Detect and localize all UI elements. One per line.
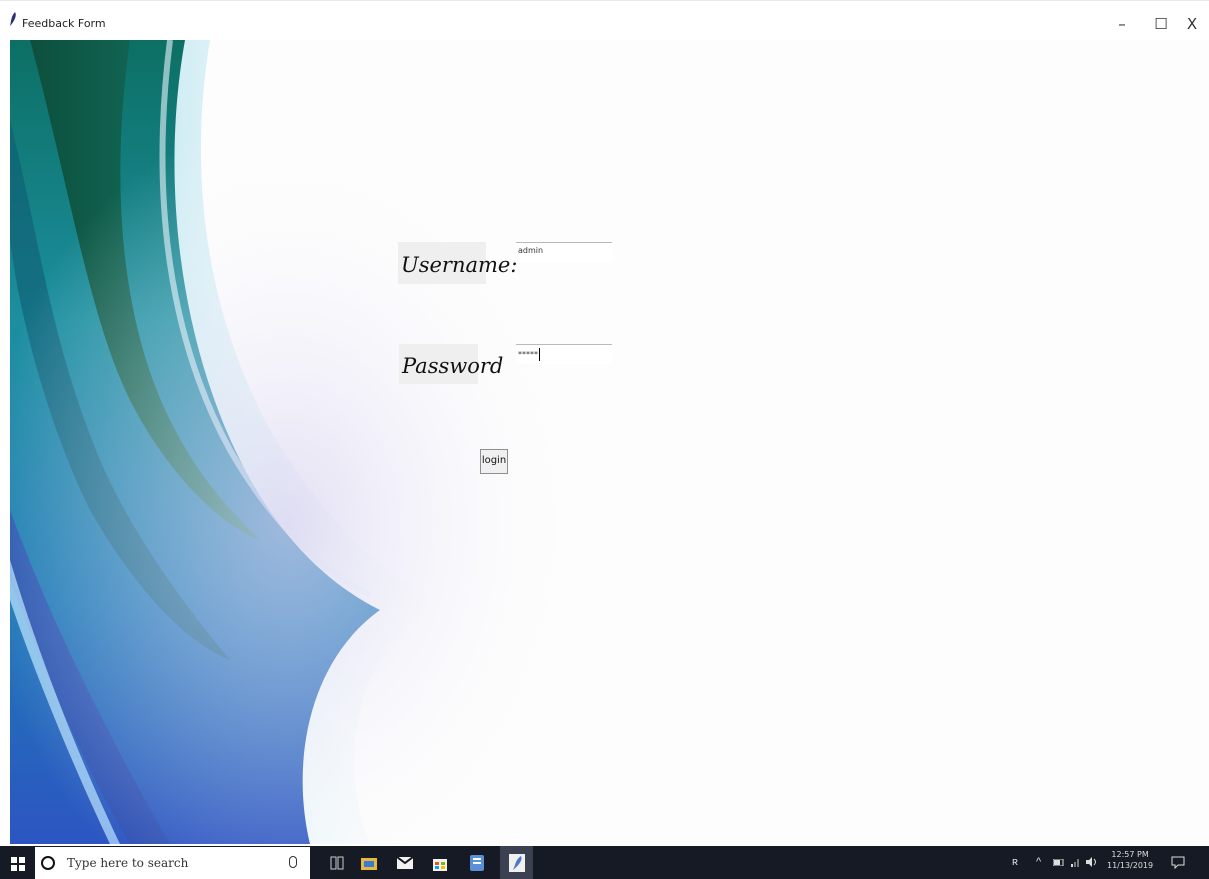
- file-explorer-icon[interactable]: [361, 856, 377, 870]
- network-icon[interactable]: [1071, 857, 1081, 867]
- windows-start-icon[interactable]: [11, 857, 25, 871]
- password-input[interactable]: *****: [516, 344, 612, 364]
- window-client-area: Username: admin Password ***** login: [10, 40, 1209, 844]
- battery-icon[interactable]: [1053, 859, 1065, 866]
- taskbar-search-box[interactable]: Type here to search: [35, 847, 310, 879]
- search-placeholder: Type here to search: [67, 856, 189, 870]
- login-button[interactable]: login: [480, 449, 508, 474]
- microphone-icon[interactable]: [289, 856, 297, 868]
- python-feather-icon: [509, 854, 525, 872]
- background-wave-image: [10, 40, 630, 844]
- active-app-slot[interactable]: [500, 846, 533, 879]
- password-label: Password: [399, 344, 503, 384]
- store-icon[interactable]: [433, 855, 447, 871]
- clock-date: 11/13/2019: [1107, 861, 1154, 870]
- chevron-up-icon[interactable]: ^: [1036, 846, 1041, 879]
- taskbar-clock[interactable]: 12:57 PM 11/13/2019: [1107, 849, 1153, 871]
- username-input[interactable]: admin: [516, 242, 612, 262]
- app-icon[interactable]: [470, 855, 484, 871]
- mail-icon[interactable]: [397, 857, 413, 869]
- minimize-button[interactable]: –: [1106, 11, 1138, 37]
- text-caret: [539, 348, 540, 361]
- title-bar[interactable]: Feedback Form – ☐ X: [0, 0, 1209, 40]
- people-icon[interactable]: ʀ: [1012, 846, 1018, 879]
- close-button[interactable]: X: [1176, 11, 1208, 37]
- feather-app-icon: [10, 12, 16, 26]
- task-view-icon[interactable]: [330, 856, 344, 870]
- volume-icon[interactable]: [1086, 857, 1098, 867]
- username-label: Username:: [398, 242, 517, 284]
- taskbar: Type here to search ʀ ^ 12:57 PM 11/13/2…: [0, 846, 1209, 879]
- clock-time: 12:57 PM: [1111, 850, 1149, 859]
- window-title: Feedback Form: [22, 17, 106, 30]
- cortana-icon: [41, 856, 55, 870]
- password-masked-value: *****: [518, 350, 538, 359]
- maximize-button[interactable]: ☐: [1145, 11, 1177, 37]
- notification-icon[interactable]: [1171, 856, 1185, 869]
